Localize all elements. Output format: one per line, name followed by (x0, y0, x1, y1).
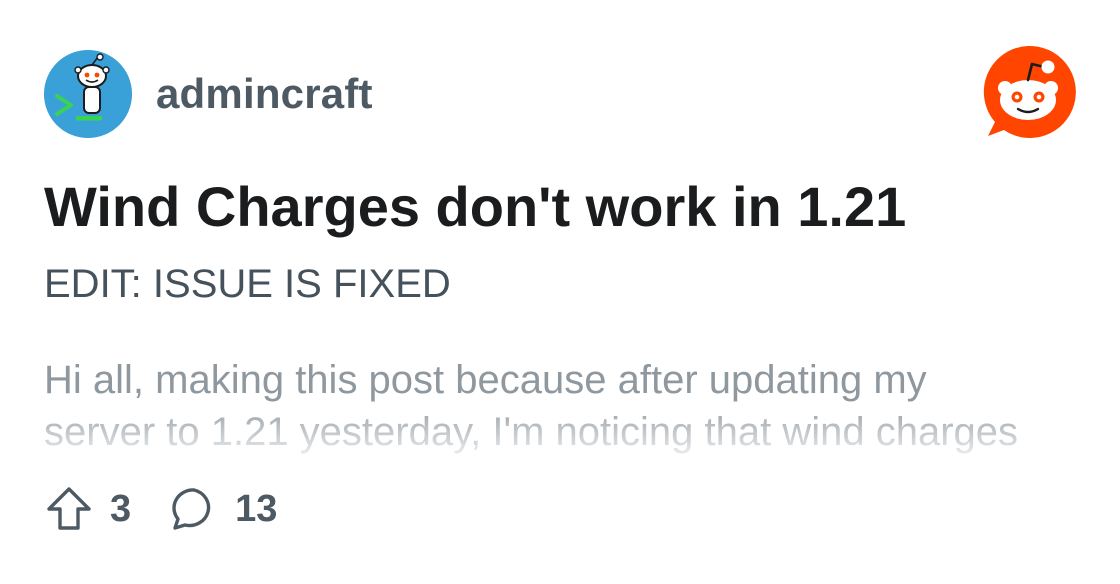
comment-bubble-icon[interactable] (169, 484, 219, 534)
comment-count: 13 (235, 487, 278, 530)
post-body-line: server to 1.21 yesterday, I'm noticing t… (44, 410, 1019, 454)
post-body-line: Hi all, making this post because after u… (44, 358, 927, 402)
post-stats: 3 13 (44, 484, 277, 534)
upvote-stat[interactable]: 3 (44, 484, 131, 534)
post-header: admincraft (44, 50, 373, 138)
reddit-logo-icon (983, 45, 1076, 138)
subreddit-name[interactable]: admincraft (156, 70, 373, 118)
post-card[interactable]: admincraft Wind Charges don't work in 1.… (0, 0, 1120, 584)
upvote-count: 3 (110, 487, 132, 530)
post-title[interactable]: Wind Charges don't work in 1.21 (44, 174, 906, 239)
post-subtitle: EDIT: ISSUE IS FIXED (44, 262, 451, 306)
post-body-preview: Hi all, making this post because after u… (44, 354, 1084, 454)
upvote-arrow-icon[interactable] (44, 484, 94, 534)
subreddit-avatar-icon[interactable] (44, 50, 132, 138)
comment-stat[interactable]: 13 (169, 484, 277, 534)
